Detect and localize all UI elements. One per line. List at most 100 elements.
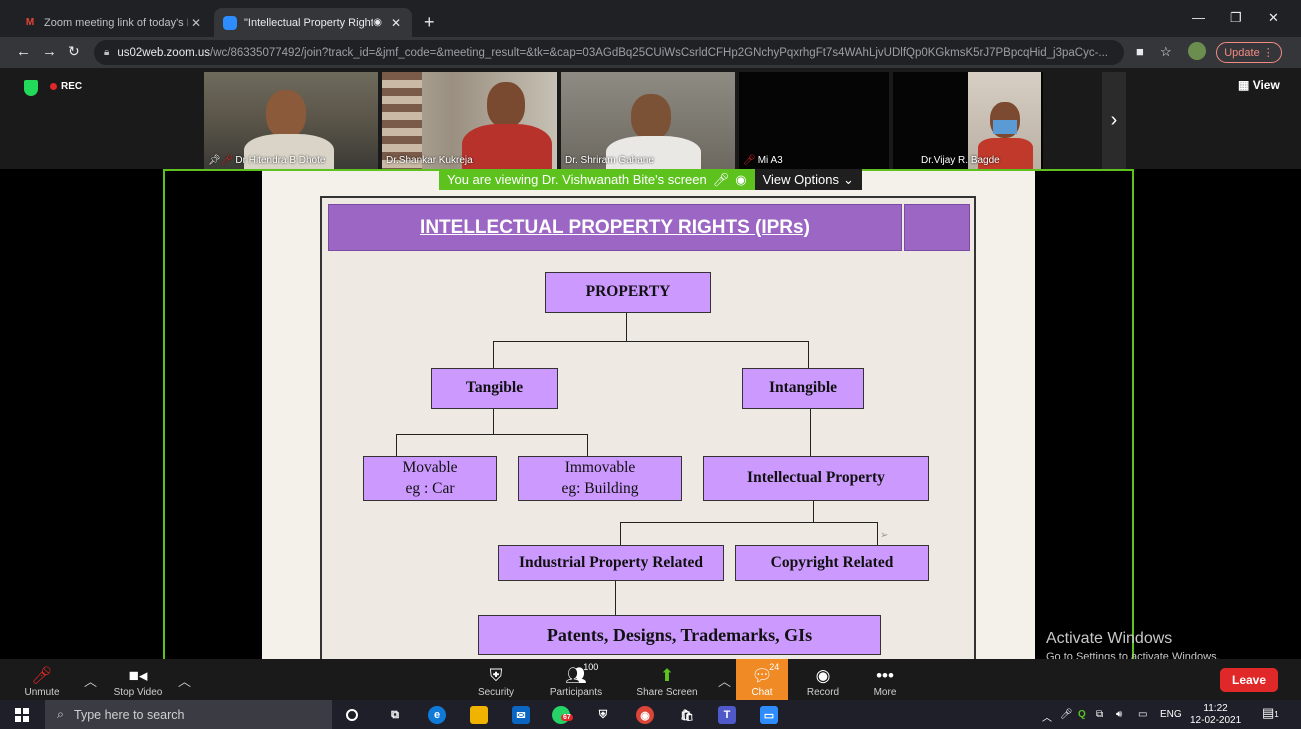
mail-icon[interactable]: ✉: [512, 706, 530, 724]
clock-date: 12-02-2021: [1190, 715, 1242, 726]
bookmark-star-icon[interactable]: ☆: [1160, 44, 1172, 60]
connector-line: [813, 501, 814, 522]
participant-tile[interactable]: Dr.Vijay R. Bagde: [893, 72, 1043, 169]
search-placeholder: Type here to search: [74, 707, 185, 722]
task-view-icon[interactable]: ⧉: [386, 706, 404, 724]
connector-line: [587, 434, 588, 456]
share-screen-label: Share Screen: [636, 687, 698, 698]
chevron-down-icon: ⌄: [842, 171, 854, 187]
security-button[interactable]: ⛨ Security: [474, 659, 518, 700]
node-intangible: Intangible: [742, 368, 864, 409]
store-icon[interactable]: 🛍︎: [678, 706, 696, 724]
chevron-right-icon: ›: [1110, 109, 1118, 131]
chat-label: Chat: [751, 687, 773, 698]
chat-button[interactable]: 💬︎ 24 Chat: [736, 659, 788, 700]
notifications-icon[interactable]: ▤1: [1262, 705, 1279, 721]
update-button[interactable]: Update ⋮: [1216, 42, 1282, 63]
back-button[interactable]: ←: [16, 43, 31, 60]
stop-video-label: Stop Video: [113, 687, 163, 698]
participant-name: Dr.Shankar Kukreja: [386, 155, 473, 166]
forward-button[interactable]: →: [42, 43, 57, 60]
pin-icon: 📌︎: [208, 155, 221, 166]
share-screen-button[interactable]: ⬆ Share Screen: [634, 659, 700, 700]
video-camera-icon: ■◂: [128, 666, 148, 685]
connector-line: [626, 313, 627, 341]
connector-line: [493, 341, 809, 342]
close-window-button[interactable]: ✕: [1268, 10, 1279, 26]
reload-button[interactable]: ↻: [68, 43, 80, 60]
participant-gallery: REC 📌︎🎤︎ Dr Hitendra B Dhote Dr.Shankar K…: [0, 68, 1301, 169]
audio-options-caret[interactable]: ︿: [84, 671, 97, 690]
close-tab-icon[interactable]: ✕: [188, 16, 204, 30]
whatsapp-icon[interactable]: 67: [552, 706, 573, 724]
close-tab-icon[interactable]: ✕: [388, 16, 404, 30]
zoom-taskbar-icon[interactable]: ▭: [760, 706, 778, 724]
node-industrial-property: Industrial Property Related: [498, 545, 724, 581]
address-bar[interactable]: 🔒︎ us02web.zoom.us /wc/86335077492/join?…: [94, 40, 1124, 65]
tab-zoom[interactable]: "Intellectual Property Rights. ◉ ✕: [214, 8, 412, 37]
participant-name: Dr. Shriram Gahane: [565, 155, 654, 166]
taskbar-search[interactable]: ⌕ Type here to search: [45, 700, 332, 729]
mic-tray-icon: 🎤︎: [1060, 709, 1073, 720]
chat-bubble-icon: 💬︎ 24: [751, 662, 780, 685]
participant-tile[interactable]: Dr. Shriram Gahane: [561, 72, 735, 169]
teams-icon[interactable]: T: [718, 706, 736, 724]
node-movable: Movable eg : Car: [363, 456, 497, 501]
app-tray-icon[interactable]: Q: [1078, 709, 1086, 720]
leave-button[interactable]: Leave: [1220, 668, 1278, 692]
unmute-button[interactable]: 🎤︎ Unmute: [20, 659, 64, 700]
more-button[interactable]: ••• More: [862, 659, 908, 700]
stop-video-button[interactable]: ■◂ Stop Video: [110, 659, 166, 700]
share-options-caret[interactable]: ︿: [718, 671, 731, 690]
gmail-icon: M: [25, 17, 35, 28]
file-explorer-icon[interactable]: [470, 706, 488, 724]
language-indicator[interactable]: ENG: [1160, 709, 1182, 720]
network-icon[interactable]: ⧉: [1096, 709, 1103, 720]
record-dot-icon: [50, 83, 57, 90]
taskbar-clock[interactable]: 11:22 12-02-2021: [1190, 703, 1241, 727]
minimize-button[interactable]: —: [1192, 10, 1205, 25]
url-host: us02web.zoom.us: [117, 46, 211, 59]
cortana-icon[interactable]: [346, 709, 358, 721]
chat-count: 24: [769, 662, 780, 672]
new-tab-button[interactable]: +: [424, 12, 435, 33]
participant-video: [462, 124, 552, 169]
slide-title: INTELLECTUAL PROPERTY RIGHTS (IPRs): [328, 204, 902, 251]
node-copyright: Copyright Related: [735, 545, 929, 581]
participant-tile[interactable]: Dr.Shankar Kukreja: [382, 72, 557, 169]
participants-button[interactable]: 👥︎ 100 Participants: [546, 659, 606, 700]
more-dots-icon: •••: [876, 666, 894, 685]
node-immovable: Immovable eg: Building: [518, 456, 682, 501]
video-options-caret[interactable]: ︿: [178, 671, 191, 690]
edge-icon[interactable]: e: [428, 706, 446, 724]
tab-title: "Intellectual Property Rights.: [244, 16, 374, 29]
connector-line: [493, 341, 494, 368]
participant-tile[interactable]: 🎤︎ Mi A3: [739, 72, 889, 169]
participant-name: Dr.Vijay R. Bagde: [921, 155, 1000, 166]
viewing-message-text: You are viewing Dr. Vishwanath Bite's sc…: [447, 172, 707, 187]
participants-count: 100: [583, 662, 599, 672]
connector-line: [396, 434, 397, 456]
security-center-icon[interactable]: ⛨: [594, 706, 612, 724]
chrome-icon[interactable]: ◉: [636, 706, 654, 724]
view-button[interactable]: ▦ View: [1238, 78, 1280, 92]
camera-icon[interactable]: ■: [1136, 44, 1144, 59]
battery-icon[interactable]: ▭: [1138, 709, 1147, 720]
maximize-button[interactable]: ❐: [1230, 10, 1242, 26]
view-options-button[interactable]: View Options ⌄: [754, 169, 862, 190]
record-button[interactable]: ◉ Record: [800, 659, 846, 700]
share-status-icon: ◉: [735, 171, 747, 187]
security-shield-icon: [24, 80, 38, 96]
node-label: eg : Car: [405, 479, 455, 497]
volume-icon[interactable]: 🔊︎: [1116, 709, 1122, 720]
tab-gmail[interactable]: M Zoom meeting link of today's Na ✕: [14, 8, 212, 37]
gallery-next-button[interactable]: ›: [1102, 72, 1126, 169]
participant-tile[interactable]: 📌︎🎤︎ Dr Hitendra B Dhote: [204, 72, 378, 169]
participant-name: 🎤︎ Mi A3: [743, 155, 783, 166]
windows-start-icon[interactable]: [15, 708, 29, 722]
profile-avatar[interactable]: [1188, 42, 1206, 60]
connector-line: [810, 409, 811, 456]
view-options-label: View Options: [762, 172, 839, 187]
tray-expand-icon[interactable]: ︿: [1042, 709, 1052, 724]
node-property: PROPERTY: [545, 272, 711, 313]
